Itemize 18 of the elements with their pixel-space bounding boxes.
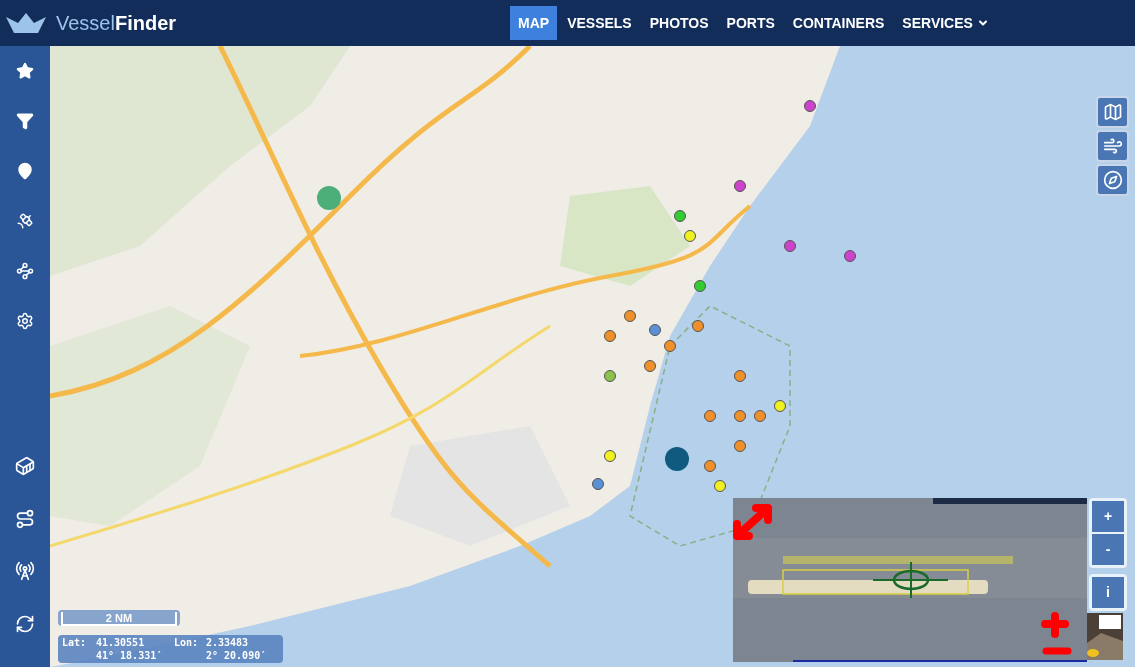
nav-tab[interactable]: CONTAINERS [784,6,893,40]
nav-tab[interactable]: SERVICES [894,6,997,40]
boat-logo-icon [4,11,48,35]
satellite-icon [16,211,34,230]
container-icon [15,455,35,476]
star-icon [16,62,34,80]
nav-tab[interactable]: MAP [510,6,558,40]
logo-text[interactable]: VesselFinder [56,8,177,38]
nav-tab[interactable]: VESSELS [559,6,640,40]
nav-tab[interactable]: PORTS [718,6,783,40]
path-icon [15,508,35,529]
settings-icon [16,311,34,330]
filter-icon [16,111,34,130]
antenna-icon [15,561,35,582]
route-icon [16,261,34,280]
nav-tab[interactable]: PHOTOS [641,6,717,40]
refresh-icon [15,614,35,635]
map-pin-icon [16,161,34,180]
